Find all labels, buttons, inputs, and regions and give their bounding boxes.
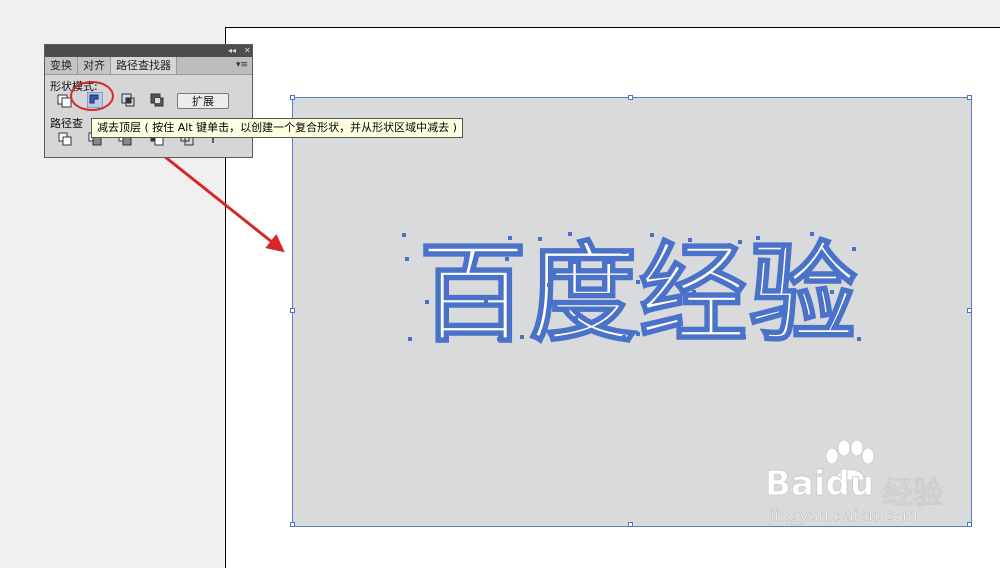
handle-middle-right[interactable] (967, 308, 972, 313)
highlight-circle (70, 81, 114, 111)
outlined-text-artwork[interactable]: 百度经验 (404, 225, 874, 358)
watermark-brand: Baidu (764, 464, 875, 505)
expand-button[interactable]: 扩展 (177, 93, 229, 109)
tab-align[interactable]: 对齐 (78, 57, 111, 74)
handle-middle-left[interactable] (290, 308, 295, 313)
handle-bottom-right[interactable] (967, 522, 972, 527)
handle-bottom-center[interactable] (628, 522, 633, 527)
divide-icon[interactable] (57, 131, 73, 147)
watermark-url: jingyan.baidu.com (770, 506, 918, 526)
tooltip: 减去顶层 ( 按住 Alt 键单击，以创建一个复合形状，并从形状区域中减去 ) (91, 118, 463, 138)
handle-top-right[interactable] (967, 95, 972, 100)
intersect-icon[interactable] (120, 92, 136, 108)
exclude-icon[interactable] (149, 92, 165, 108)
pathfinders-label: 路径查 (50, 117, 83, 130)
panel-titlebar[interactable]: ◂◂ ✕ (45, 45, 252, 57)
tab-pathfinder[interactable]: 路径查找器 (111, 57, 177, 74)
collapse-icon[interactable]: ◂◂ (228, 45, 236, 57)
handle-bottom-left[interactable] (290, 522, 295, 527)
close-icon[interactable]: ✕ (244, 45, 251, 57)
tab-transform[interactable]: 变换 (45, 57, 78, 74)
handle-top-center[interactable] (628, 95, 633, 100)
baidu-watermark: Baidu 经验 jingyan.baidu.com (764, 440, 965, 530)
panel-tabs: 变换 对齐 路径查找器 ▾≡ (45, 57, 252, 75)
panel-menu-icon[interactable]: ▾≡ (236, 57, 248, 74)
handle-top-left[interactable] (290, 95, 295, 100)
